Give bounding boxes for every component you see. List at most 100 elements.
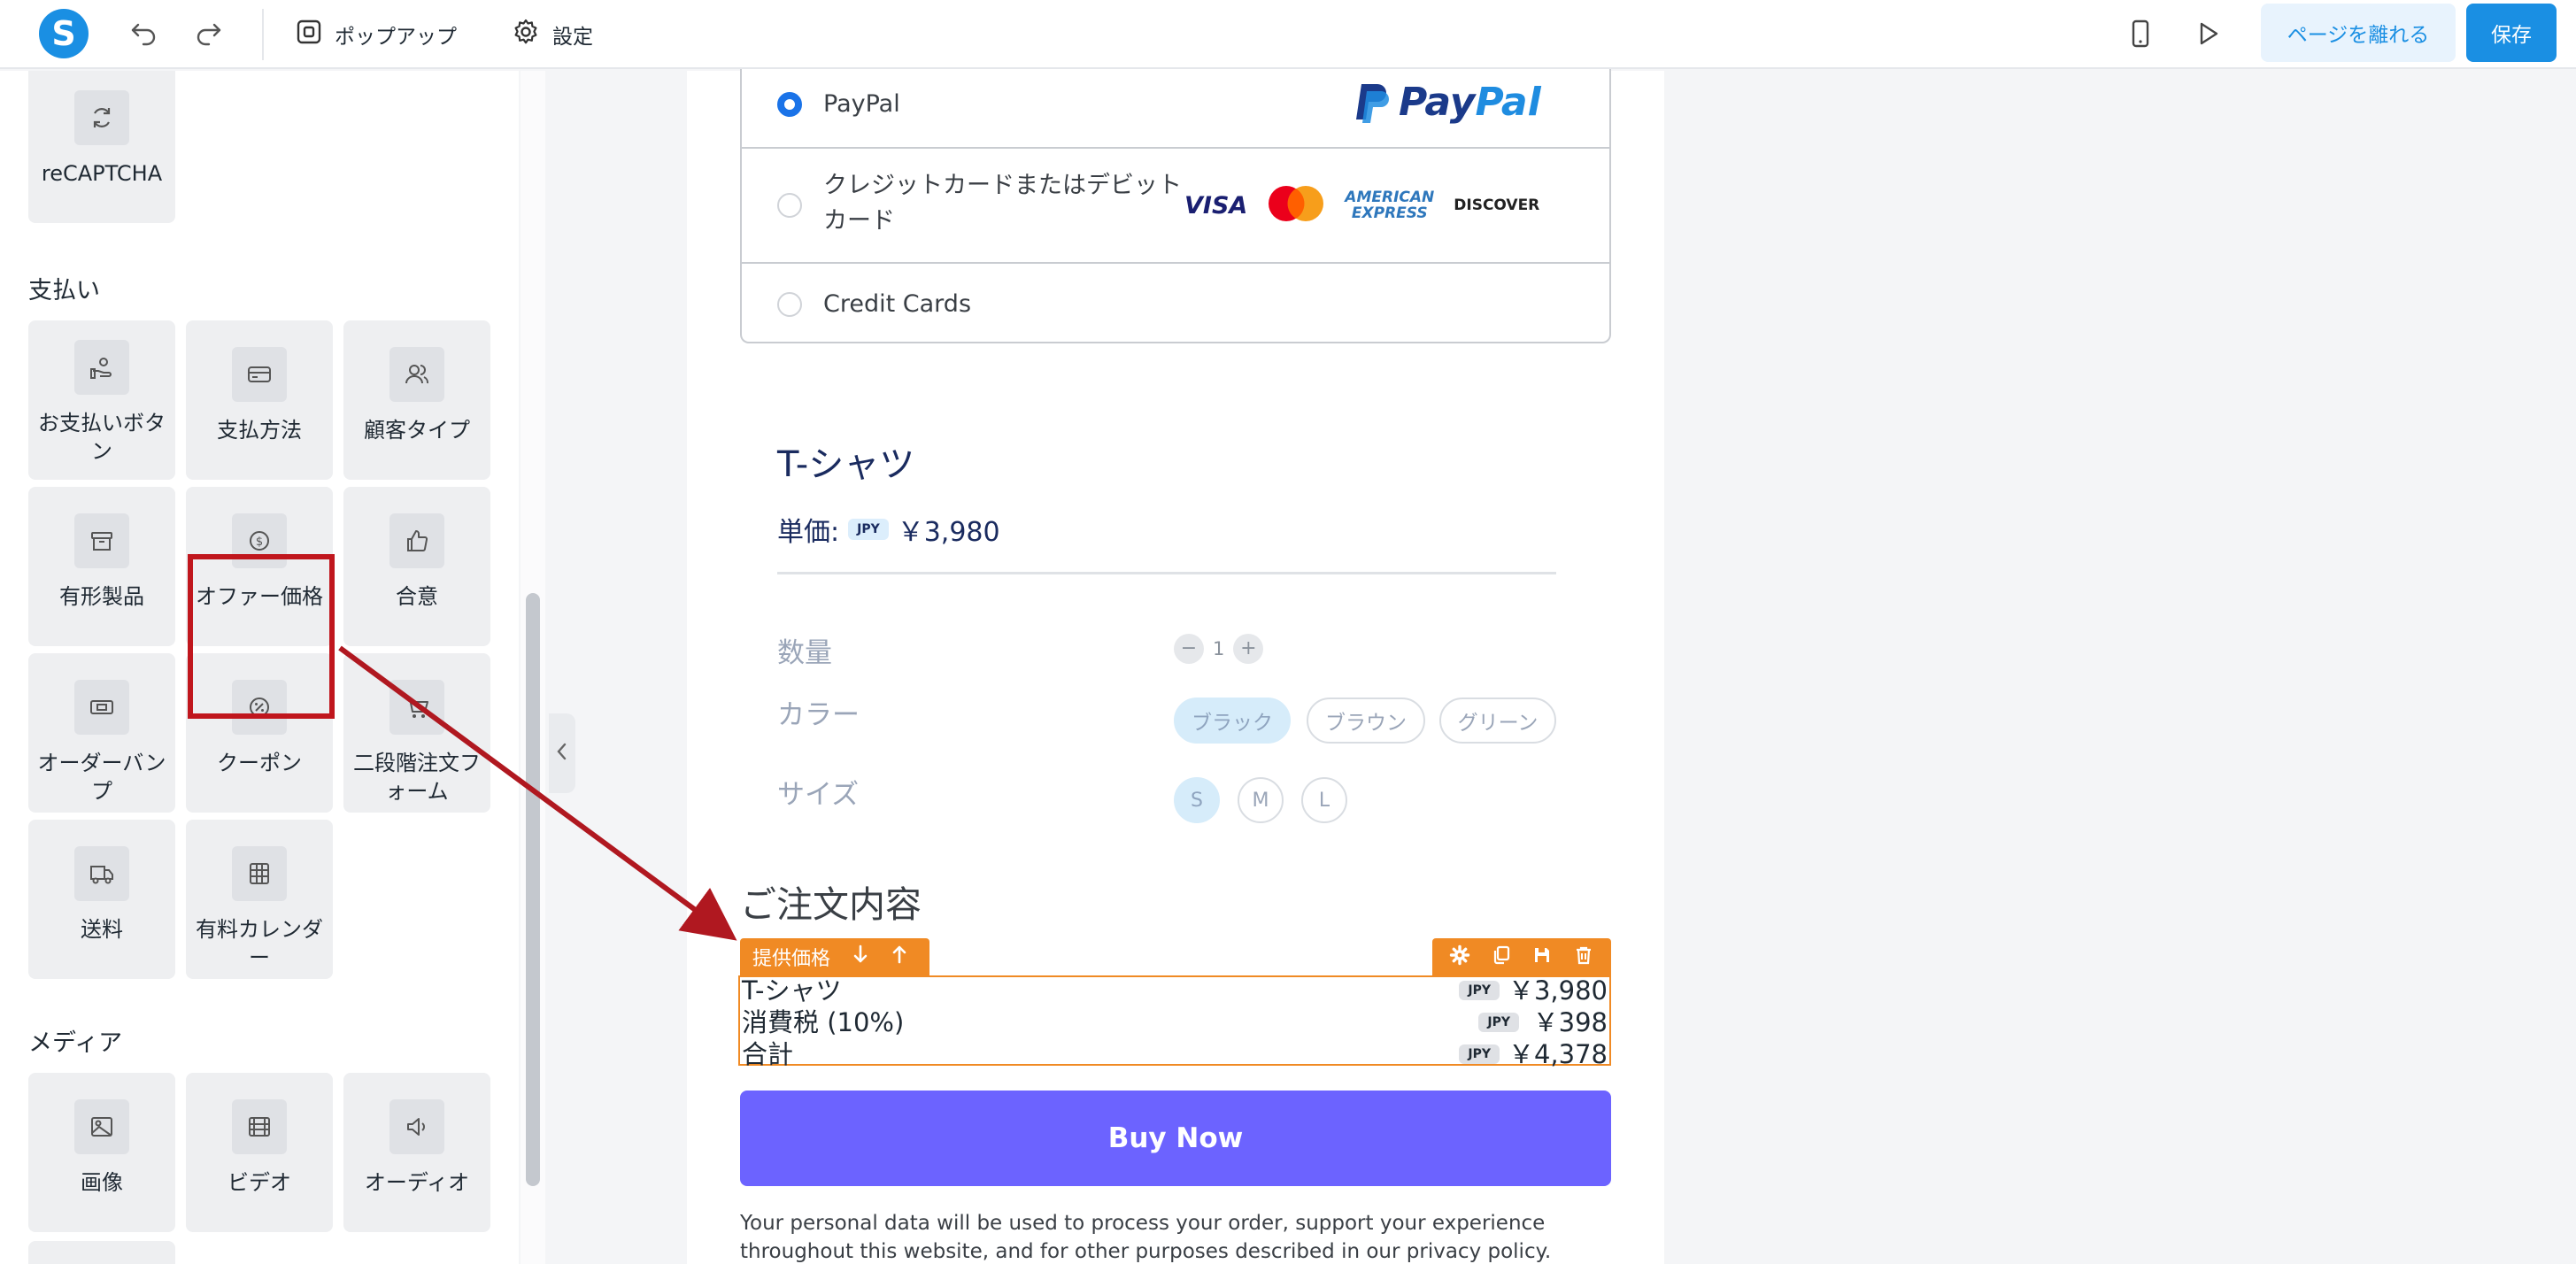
hand-coins-icon [74, 340, 129, 395]
popup-button[interactable]: ポップアップ [296, 12, 457, 57]
unit-price: 単価: JPY ￥3,980 [777, 510, 1000, 549]
tile-customer-type[interactable]: 顧客タイプ [343, 320, 490, 480]
payment-method-list: PayPal PayPal クレジットカードまたはデビット カード VISA A… [740, 69, 1611, 343]
tile-label: 画像 [81, 1170, 123, 1195]
paypal-logo: PayPal [1353, 80, 1541, 125]
payment-option-label: クレジットカードまたはデビット カード [823, 172, 1182, 235]
tile-label: 合意 [396, 584, 438, 609]
currency-badge: JPY [1459, 981, 1500, 1000]
tile-physical-product[interactable]: 有形製品 [28, 487, 175, 646]
duplicate-icon[interactable] [1491, 944, 1512, 969]
tile-video[interactable]: ビデオ [186, 1073, 333, 1232]
line-item-price: ￥3,980 [1508, 975, 1608, 1006]
size-option-l[interactable]: L [1301, 777, 1347, 823]
svg-text:$: $ [256, 536, 263, 549]
play-preview-icon[interactable] [2190, 16, 2225, 51]
line-item-name: 消費税 (10%) [742, 1007, 905, 1037]
unit-price-label: 単価: [777, 517, 840, 548]
tile-recaptcha[interactable]: reCAPTCHA [28, 71, 175, 223]
payment-option-credit-cards[interactable]: Credit Cards [742, 264, 1609, 342]
popup-icon [296, 19, 322, 50]
discover-logo: DISCOVER [1454, 197, 1540, 214]
settings-button[interactable]: 設定 [512, 12, 593, 57]
move-up-icon[interactable] [891, 944, 908, 970]
radio-credit-cards[interactable] [777, 292, 802, 317]
color-option-green[interactable]: グリーン [1439, 698, 1556, 744]
table-row: T-シャツ JPY ￥3,980 [740, 975, 1609, 1006]
offer-price-highlight [188, 554, 335, 719]
buy-now-button[interactable]: Buy Now [740, 1091, 1611, 1186]
payment-option-label: Credit Cards [823, 290, 972, 318]
order-summary-title: ご注文内容 [740, 883, 922, 926]
save-button[interactable]: 保存 [2466, 4, 2557, 62]
speaker-icon [389, 1099, 444, 1154]
tile-label: 有形製品 [59, 584, 144, 609]
card-brand-logos: VISA AMERICAN EXPRESS DISCOVER [1184, 184, 1539, 227]
table-row: 消費税 (10%) JPY ￥398 [740, 1007, 1609, 1037]
quantity-label: 数量 [777, 637, 832, 669]
move-down-icon[interactable] [852, 944, 869, 970]
tile-shipping[interactable]: 送料 [28, 820, 175, 979]
collapse-sidebar-button[interactable] [549, 713, 575, 793]
line-item-price: ￥398 [1532, 1007, 1608, 1037]
currency-badge: JPY [848, 519, 889, 540]
film-icon [232, 1099, 287, 1154]
gear-icon [512, 18, 540, 51]
tile-label: 有料カレンダー [196, 917, 323, 970]
element-sidebar: reCAPTCHA 支払い お支払いボタン 支払方法 顧客タイプ 有形製品 $ … [0, 71, 519, 1264]
radio-paypal[interactable] [777, 92, 802, 117]
color-option-brown[interactable]: ブラウン [1307, 698, 1425, 744]
tile-label: オーダーバンプ [37, 751, 166, 804]
tile-paid-calendar[interactable]: 有料カレンダー [186, 820, 333, 979]
tile-two-step-order-form[interactable]: 二段階注文フォーム [343, 653, 490, 813]
tile-label: 送料 [81, 917, 123, 942]
section-title-payments: 支払い [28, 277, 100, 304]
credit-card-icon [232, 347, 287, 402]
offer-price-element[interactable]: T-シャツ JPY ￥3,980 消費税 (10%) JPY ￥398 合計 J… [738, 975, 1611, 1069]
calendar-grid-icon [232, 846, 287, 901]
element-type-label: 提供価格 [752, 948, 831, 970]
app-logo[interactable]: S [39, 9, 89, 58]
ticket-icon [74, 680, 129, 735]
save-element-icon[interactable] [1531, 944, 1553, 969]
undo-icon[interactable] [126, 16, 161, 51]
size-label: サイズ [777, 779, 860, 811]
element-actions [1432, 938, 1611, 975]
tile-label: ビデオ [228, 1170, 291, 1195]
unit-price-value: ￥3,980 [897, 517, 1000, 548]
tile-agreement[interactable]: 合意 [343, 487, 490, 646]
gear-icon[interactable] [1449, 944, 1470, 969]
visa-logo: VISA [1184, 191, 1248, 220]
trash-icon[interactable] [1573, 944, 1594, 969]
thumbs-up-icon [389, 513, 444, 568]
cart-icon [389, 680, 444, 735]
redo-icon[interactable] [191, 16, 227, 51]
tile-audio[interactable]: オーディオ [343, 1073, 490, 1232]
size-option-m[interactable]: M [1238, 777, 1284, 823]
tile-image[interactable]: 画像 [28, 1073, 175, 1232]
increase-button[interactable]: + [1233, 634, 1264, 664]
mastercard-logo [1267, 184, 1325, 227]
leave-page-button[interactable]: ページを離れる [2261, 4, 2456, 62]
size-option-s[interactable]: S [1174, 777, 1220, 823]
tile-label: 二段階注文フォーム [353, 751, 481, 804]
radio-card[interactable] [777, 193, 802, 218]
tile-payment-method[interactable]: 支払方法 [186, 320, 333, 480]
tile-label: reCAPTCHA [41, 161, 163, 186]
payment-option-card[interactable]: クレジットカードまたはデビット カード VISA AMERICAN EXPRES… [742, 149, 1609, 264]
payment-option-paypal[interactable]: PayPal PayPal [742, 69, 1609, 149]
sidebar-scrollbar-thumb[interactable] [526, 593, 540, 1186]
mobile-preview-icon[interactable] [2123, 16, 2158, 51]
decrease-button[interactable]: − [1174, 634, 1204, 664]
currency-badge: JPY [1478, 1013, 1519, 1032]
truck-icon [74, 846, 129, 901]
image-icon [74, 1099, 129, 1154]
payment-option-label: PayPal [823, 90, 900, 118]
color-option-black[interactable]: ブラック [1174, 698, 1291, 744]
line-item-name: 合計 [742, 1039, 794, 1069]
tile-more[interactable] [28, 1241, 175, 1264]
chevron-left-icon [555, 741, 569, 766]
tile-payment-button[interactable]: お支払いボタン [28, 320, 175, 480]
line-item-price: ￥4,378 [1508, 1039, 1608, 1069]
tile-order-bump[interactable]: オーダーバンプ [28, 653, 175, 813]
